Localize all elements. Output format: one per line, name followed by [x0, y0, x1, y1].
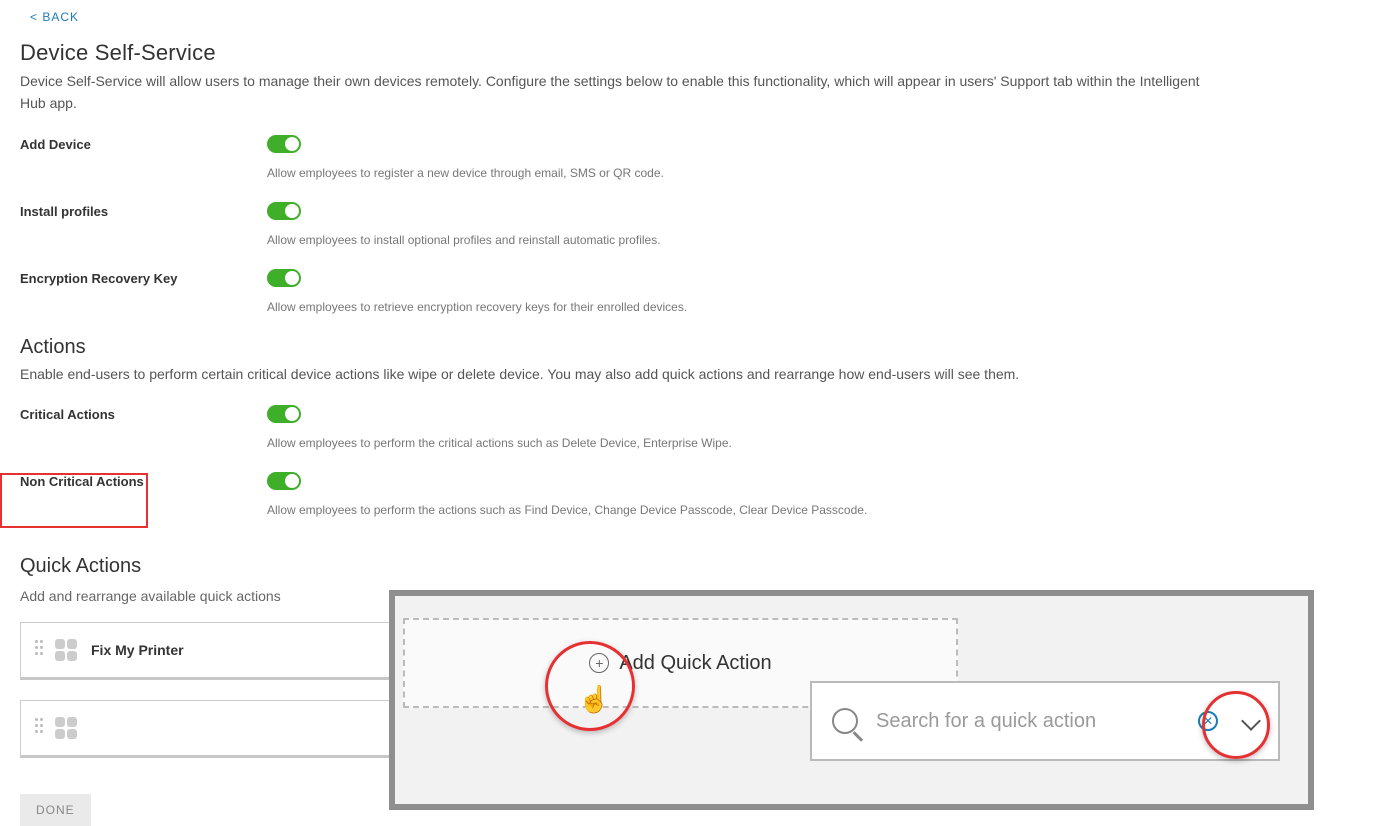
setting-help: Allow employees to install optional prof…: [267, 233, 1374, 247]
add-quick-action-label: Add Quick Action: [619, 652, 771, 675]
setting-label: Encryption Recovery Key: [20, 269, 267, 286]
toggle-non-critical-actions[interactable]: [267, 472, 301, 490]
page: < BACK Device Self-Service Device Self-S…: [0, 0, 1394, 819]
quick-action-search[interactable]: Search for a quick action ✕: [810, 681, 1280, 761]
setting-encryption-recovery-key: Encryption Recovery Key Allow employees …: [20, 269, 1374, 314]
back-link[interactable]: < BACK: [30, 10, 79, 24]
setting-help: Allow employees to retrieve encryption r…: [267, 300, 1374, 314]
tiles-icon: [55, 639, 77, 661]
card-label: Fix My Printer: [91, 642, 184, 658]
toggle-add-device[interactable]: [267, 135, 301, 153]
setting-help: Allow employees to perform the actions s…: [267, 503, 1374, 517]
toggle-critical-actions[interactable]: [267, 405, 301, 423]
setting-install-profiles: Install profiles Allow employees to inst…: [20, 202, 1374, 247]
callout-overlay: + Add Quick Action ☝ Search for a quick …: [389, 590, 1314, 810]
setting-critical-actions: Critical Actions Allow employees to perf…: [20, 405, 1374, 450]
setting-label: Critical Actions: [20, 405, 267, 422]
setting-add-device: Add Device Allow employees to register a…: [20, 135, 1374, 180]
chevron-down-icon[interactable]: [1241, 711, 1261, 731]
setting-label: Install profiles: [20, 202, 267, 219]
search-icon: [832, 708, 858, 734]
drag-handle-icon[interactable]: [35, 718, 43, 738]
toggle-install-profiles[interactable]: [267, 202, 301, 220]
search-placeholder: Search for a quick action: [876, 710, 1180, 733]
section-description: Device Self-Service will allow users to …: [20, 70, 1220, 115]
tiles-icon: [55, 717, 77, 739]
drag-handle-icon[interactable]: [35, 640, 43, 660]
quick-actions-title: Quick Actions: [20, 549, 151, 584]
done-button[interactable]: DONE: [20, 794, 91, 826]
actions-title: Actions: [20, 336, 1374, 359]
plus-circle-icon: +: [589, 653, 609, 673]
setting-help: Allow employees to perform the critical …: [267, 436, 1374, 450]
clear-icon[interactable]: ✕: [1198, 711, 1218, 731]
setting-help: Allow employees to register a new device…: [267, 166, 1374, 180]
page-title: Device Self-Service: [20, 40, 1374, 66]
setting-non-critical-actions: Non Critical Actions Allow employees to …: [20, 472, 1374, 517]
toggle-encryption-recovery-key[interactable]: [267, 269, 301, 287]
actions-description: Enable end-users to perform certain crit…: [20, 363, 1220, 385]
setting-label: Add Device: [20, 135, 267, 152]
setting-label: Non Critical Actions: [20, 472, 267, 489]
